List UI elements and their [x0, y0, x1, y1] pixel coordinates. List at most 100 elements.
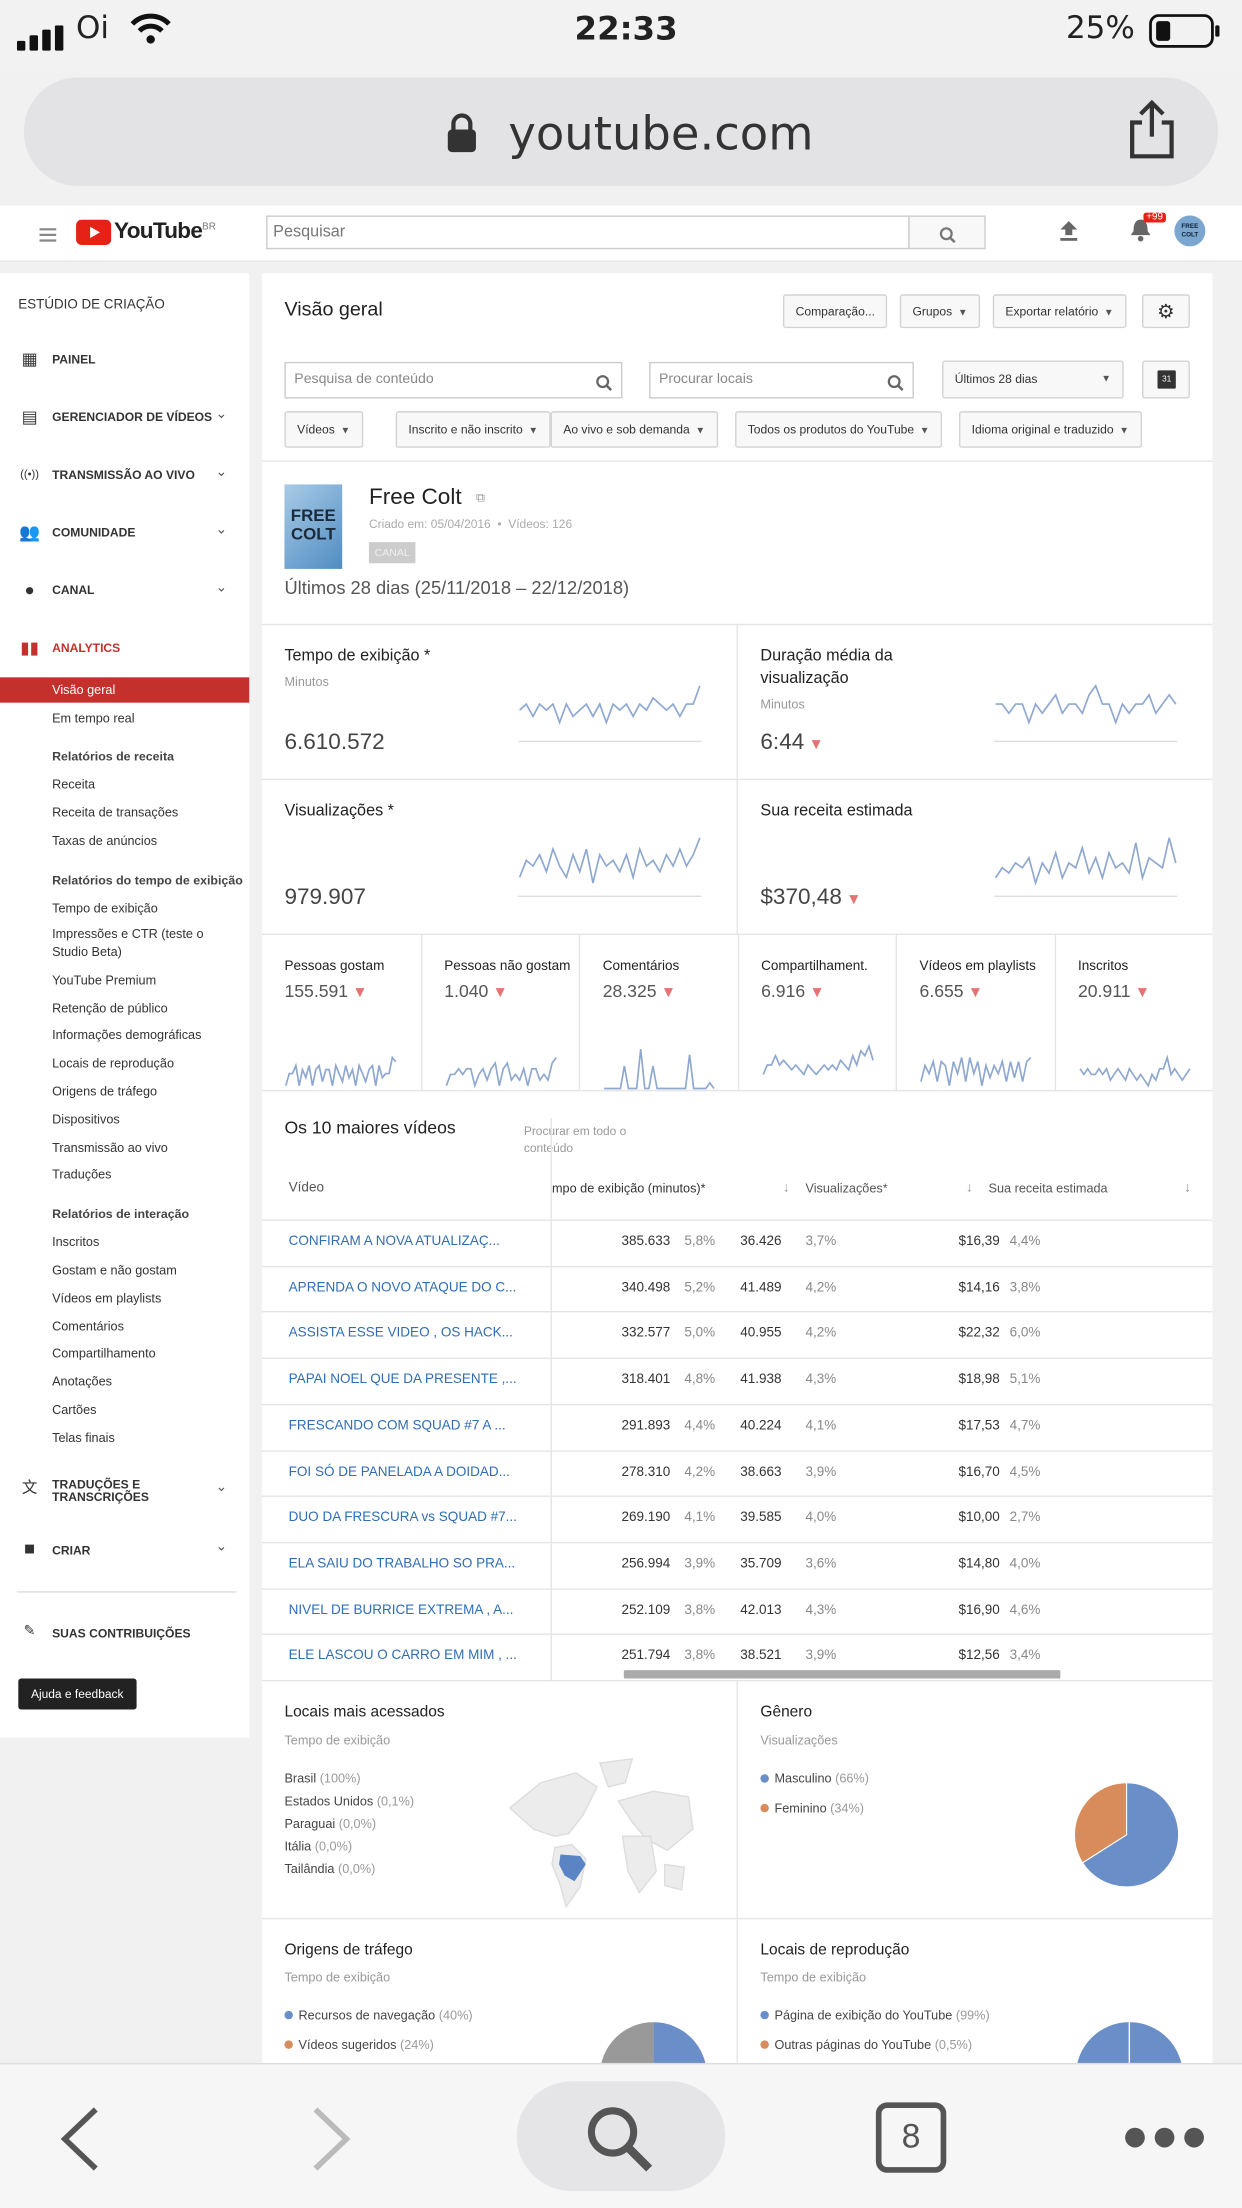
sidebar-item-revenue[interactable]: Receita: [52, 777, 95, 791]
sidebar-item-canal[interactable]: ● CANAL ⌄: [0, 580, 249, 603]
filter-dropdown[interactable]: Todos os produtos do YouTube ▼: [735, 411, 943, 448]
export-report-button[interactable]: Exportar relatório ▼: [992, 294, 1127, 329]
sidebar-item-interaction-report[interactable]: Comentários: [52, 1319, 124, 1333]
video-title-link[interactable]: ELE LASCOU O CARRO EM MIM , ...: [289, 1648, 517, 1663]
channel-name[interactable]: Free Colt: [369, 486, 462, 511]
sidebar-item-interaction-report[interactable]: Gostam e não gostam: [52, 1263, 177, 1277]
channel-icon: ●: [24, 580, 35, 600]
video-title-link[interactable]: FRESCANDO COM SQUAD #7 A ...: [289, 1418, 506, 1433]
sidebar-item-painel[interactable]: ▦ PAINEL: [0, 349, 249, 372]
sidebar-item-realtime[interactable]: Em tempo real: [52, 711, 134, 725]
filter-dropdown[interactable]: Idioma original e traduzido ▼: [958, 411, 1142, 448]
help-feedback-button[interactable]: Ajuda e feedback: [18, 1678, 137, 1710]
sidebar-item-revenue[interactable]: Taxas de anúncios: [52, 834, 157, 848]
search-input[interactable]: Pesquisar: [266, 215, 910, 250]
sidebar-item-watch-time-report[interactable]: YouTube Premium: [52, 973, 156, 987]
search-all-content-link[interactable]: Procurar em todo o conteúdo: [524, 1122, 626, 1156]
sidebar-item-watch-time-report[interactable]: Impressões e CTR (teste o: [52, 927, 203, 941]
sidebar-item-watch-time-report[interactable]: Traduções: [52, 1167, 111, 1181]
small-metric-card[interactable]: Inscritos 20.911 ▼: [1054, 933, 1212, 1090]
sidebar-item-transmissão-ao-vivo[interactable]: ((•)) TRANSMISSÃO AO VIVO ⌄: [0, 465, 249, 488]
sidebar-item-revenue[interactable]: Receita de transações: [52, 805, 178, 819]
metric-card[interactable]: Visualizações * 979.907: [262, 779, 737, 934]
upload-icon[interactable]: [1059, 220, 1079, 250]
video-title-link[interactable]: ELA SAIU DO TRABALHO SO PRA...: [289, 1556, 515, 1571]
notifications-icon[interactable]: [1129, 218, 1152, 249]
location-search-input[interactable]: Procurar locais: [649, 361, 914, 399]
content-search-input[interactable]: Pesquisa de conteúdo: [284, 361, 623, 399]
column-header-video[interactable]: Vídeo: [289, 1180, 324, 1195]
filter-dropdown[interactable]: Vídeos ▼: [284, 411, 363, 448]
sidebar-item-watch-time-report[interactable]: Locais de reprodução: [52, 1056, 174, 1070]
sidebar-item-contributions[interactable]: ✎ SUAS CONTRIBUIÇÕES: [0, 1622, 249, 1645]
video-title-link[interactable]: APRENDA O NOVO ATAQUE DO C...: [289, 1280, 517, 1295]
calendar-button[interactable]: 31: [1142, 360, 1190, 399]
sidebar-item-interaction-report[interactable]: Vídeos em playlists: [52, 1291, 161, 1305]
chevron-down-icon[interactable]: ⌄: [215, 1480, 227, 1495]
sidebar-item-interaction-report[interactable]: Inscritos: [52, 1235, 99, 1249]
sidebar-item-watch-time-report[interactable]: Informações demográficas: [52, 1028, 201, 1042]
sidebar-item-gerenciador-de-vídeos[interactable]: ▤ GERENCIADOR DE VÍDEOS ⌄: [0, 407, 249, 430]
settings-button[interactable]: ⚙: [1142, 294, 1190, 329]
filter-dropdown[interactable]: Ao vivo e sob demanda ▼: [550, 411, 718, 448]
video-title-link[interactable]: DUO DA FRESCURA vs SQUAD #7...: [289, 1510, 517, 1525]
more-icon[interactable]: [1124, 2126, 1206, 2156]
sort-arrow-icon[interactable]: ↓: [966, 1180, 973, 1195]
menu-icon[interactable]: [39, 224, 57, 249]
address-bar[interactable]: youtube.com: [23, 77, 1219, 186]
chevron-down-icon[interactable]: ⌄: [215, 522, 227, 537]
compare-button[interactable]: Comparação...: [782, 294, 888, 329]
sidebar-item-watch-time-report[interactable]: Retenção de público: [52, 1001, 168, 1015]
forward-icon[interactable]: [310, 2107, 352, 2179]
chevron-down-icon[interactable]: ⌄: [215, 407, 227, 422]
avatar[interactable]: FREE COLT: [1174, 215, 1206, 247]
back-icon[interactable]: [59, 2107, 101, 2179]
video-title-link[interactable]: CONFIRAM A NOVA ATUALIZAÇ...: [289, 1234, 500, 1249]
youtube-logo[interactable]: YouTube BR: [76, 219, 216, 246]
video-title-link[interactable]: PAPAI NOEL QUE DA PRESENTE ,...: [289, 1372, 517, 1387]
sidebar-item-watch-time-report[interactable]: Origens de tráfego: [52, 1084, 157, 1098]
video-title-link[interactable]: NIVEL DE BURRICE EXTREMA , A...: [289, 1602, 514, 1617]
column-header-views[interactable]: Visualizações*: [805, 1181, 887, 1195]
sidebar-item-create[interactable]: ■ CRIAR ⌄: [0, 1538, 249, 1562]
horizontal-scrollbar[interactable]: [623, 1670, 1061, 1679]
column-header-revenue[interactable]: Sua receita estimada: [989, 1181, 1108, 1195]
sort-arrow-icon[interactable]: ↓: [783, 1180, 790, 1195]
external-link-icon[interactable]: ⧉: [476, 490, 485, 505]
tabs-button[interactable]: 8: [875, 2102, 947, 2173]
small-metric-card[interactable]: Pessoas gostam 155.591 ▼: [262, 934, 420, 1090]
search-button[interactable]: [908, 215, 986, 250]
search-button[interactable]: [516, 2081, 726, 2192]
sidebar-item-analytics[interactable]: ▮▮ ANALYTICS: [0, 638, 249, 661]
sidebar-item-comunidade[interactable]: 👥 COMUNIDADE ⌄: [0, 522, 249, 545]
small-metric-card[interactable]: Vídeos em playlists 6.655 ▼: [895, 933, 1054, 1090]
metric-card[interactable]: Duração média da visualização Minutos 6:44 ▼: [738, 624, 1213, 779]
sidebar-item-interaction-report[interactable]: Compartilhamento: [52, 1346, 156, 1360]
groups-button[interactable]: Grupos ▼: [899, 294, 981, 329]
chevron-down-icon[interactable]: ⌄: [215, 1539, 227, 1554]
sidebar-item-watch-time-report[interactable]: Studio Beta): [52, 945, 122, 959]
sidebar-item-watch-time-report[interactable]: Transmissão ao vivo: [52, 1141, 168, 1155]
video-title-link[interactable]: FOI SÓ DE PANELADA A DOIDAD...: [289, 1464, 510, 1479]
sidebar-item-watch-time-report[interactable]: Tempo de exibição: [52, 901, 158, 915]
sidebar-item-interaction-report[interactable]: Telas finais: [52, 1431, 115, 1445]
sidebar-item-interaction-report[interactable]: Cartões: [52, 1403, 96, 1417]
sidebar-item-overview[interactable]: Visão geral: [52, 683, 115, 697]
sidebar-item-interaction-report[interactable]: Anotações: [52, 1374, 112, 1388]
share-icon[interactable]: [1128, 99, 1176, 166]
video-title-link[interactable]: ASSISTA ESSE VIDEO , OS HACK...: [289, 1326, 513, 1341]
chevron-down-icon[interactable]: ⌄: [215, 465, 227, 480]
small-metric-card[interactable]: Compartilhament. 6.916 ▼: [737, 933, 895, 1090]
metric-card[interactable]: Tempo de exibição * Minutos 6.610.572: [262, 624, 737, 779]
metric-card[interactable]: Sua receita estimada $370,48 ▼: [738, 779, 1213, 934]
filter-dropdown[interactable]: Inscrito e não inscrito ▼: [395, 411, 551, 448]
sidebar-item-translations[interactable]: 文 TRADUÇÕES E TRANSCRIÇÕES ⌄: [0, 1476, 249, 1507]
small-metric-card[interactable]: Pessoas não gostam 1.040 ▼: [420, 933, 578, 1090]
chevron-down-icon[interactable]: ⌄: [215, 580, 227, 595]
sidebar-item-watch-time-report[interactable]: Dispositivos: [52, 1112, 120, 1126]
sort-arrow-icon[interactable]: ↓: [1184, 1180, 1191, 1195]
date-range-select[interactable]: Últimos 28 dias ▼: [942, 360, 1124, 399]
column-header-watch-time[interactable]: mpo de exibição (minutos)*: [552, 1181, 706, 1195]
small-metric-card[interactable]: Comentários 28.325 ▼: [578, 933, 737, 1090]
channel-thumbnail[interactable]: FREE COLT: [284, 484, 343, 569]
